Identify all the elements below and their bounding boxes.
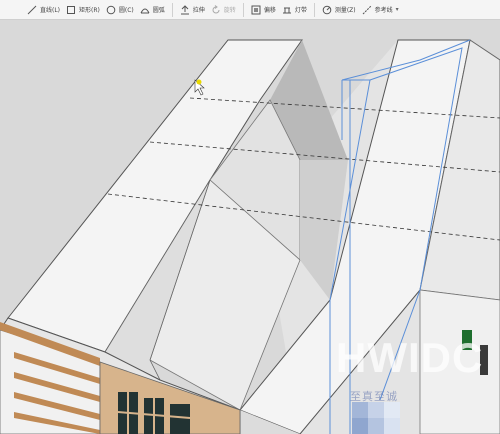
extrude-icon bbox=[180, 4, 190, 15]
tool-rectangle-label: 矩形(R) bbox=[79, 7, 100, 14]
tool-rectangle[interactable]: 矩形(R) bbox=[63, 2, 103, 18]
3d-viewport[interactable]: HWIDC 至真至诚 bbox=[0, 20, 500, 434]
tool-line-label: 直线(L) bbox=[40, 7, 61, 14]
line-icon bbox=[27, 5, 37, 15]
tool-line[interactable]: 直线(L) bbox=[24, 2, 63, 18]
tool-guide-label: 参考线 bbox=[374, 7, 393, 14]
rectangle-icon bbox=[66, 5, 76, 15]
tool-extrude-label: 拉伸 bbox=[192, 7, 205, 14]
tool-measure[interactable]: 测量(Z) bbox=[319, 2, 359, 18]
tool-lightstrip[interactable]: 灯带 bbox=[279, 2, 310, 18]
tool-offset-label: 偏移 bbox=[263, 7, 276, 14]
tool-arc[interactable]: 圆弧 bbox=[137, 2, 168, 18]
tool-rotate[interactable]: 旋转 bbox=[208, 2, 239, 18]
tool-arc-label: 圆弧 bbox=[152, 7, 165, 14]
tool-lightstrip-label: 灯带 bbox=[294, 7, 307, 14]
guide-icon bbox=[362, 5, 372, 15]
tool-circle-label: 圆(C) bbox=[118, 7, 134, 14]
toolbar-divider bbox=[242, 2, 244, 17]
tool-circle[interactable]: 圆(C) bbox=[103, 2, 137, 18]
watermark-text: HWIDC bbox=[336, 334, 484, 381]
watermark-subtext: 至真至诚 bbox=[350, 390, 398, 403]
offset-icon bbox=[251, 5, 261, 15]
chevron-down-icon: ▾ bbox=[395, 6, 399, 13]
arc-icon bbox=[140, 5, 150, 15]
tool-extrude[interactable]: 拉伸 bbox=[177, 2, 208, 18]
app-window: 直线(L) 矩形(R) 圆(C) 圆弧 拉伸 旋转 偏移 灯带 测量(Z) 参考… bbox=[0, 0, 500, 434]
toolbar-divider bbox=[313, 2, 315, 17]
circle-icon bbox=[106, 5, 116, 15]
rotate-icon bbox=[211, 4, 221, 15]
lightstrip-icon bbox=[282, 5, 292, 15]
tool-rotate-label: 旋转 bbox=[223, 7, 236, 14]
tool-guide[interactable]: 参考线 ▾ bbox=[359, 2, 402, 18]
tool-measure-label: 测量(Z) bbox=[334, 7, 356, 14]
toolbar: 直线(L) 矩形(R) 圆(C) 圆弧 拉伸 旋转 偏移 灯带 测量(Z) 参考… bbox=[0, 0, 500, 20]
measure-icon bbox=[322, 5, 332, 15]
tool-offset[interactable]: 偏移 bbox=[248, 2, 279, 18]
toolbar-divider bbox=[171, 2, 173, 17]
